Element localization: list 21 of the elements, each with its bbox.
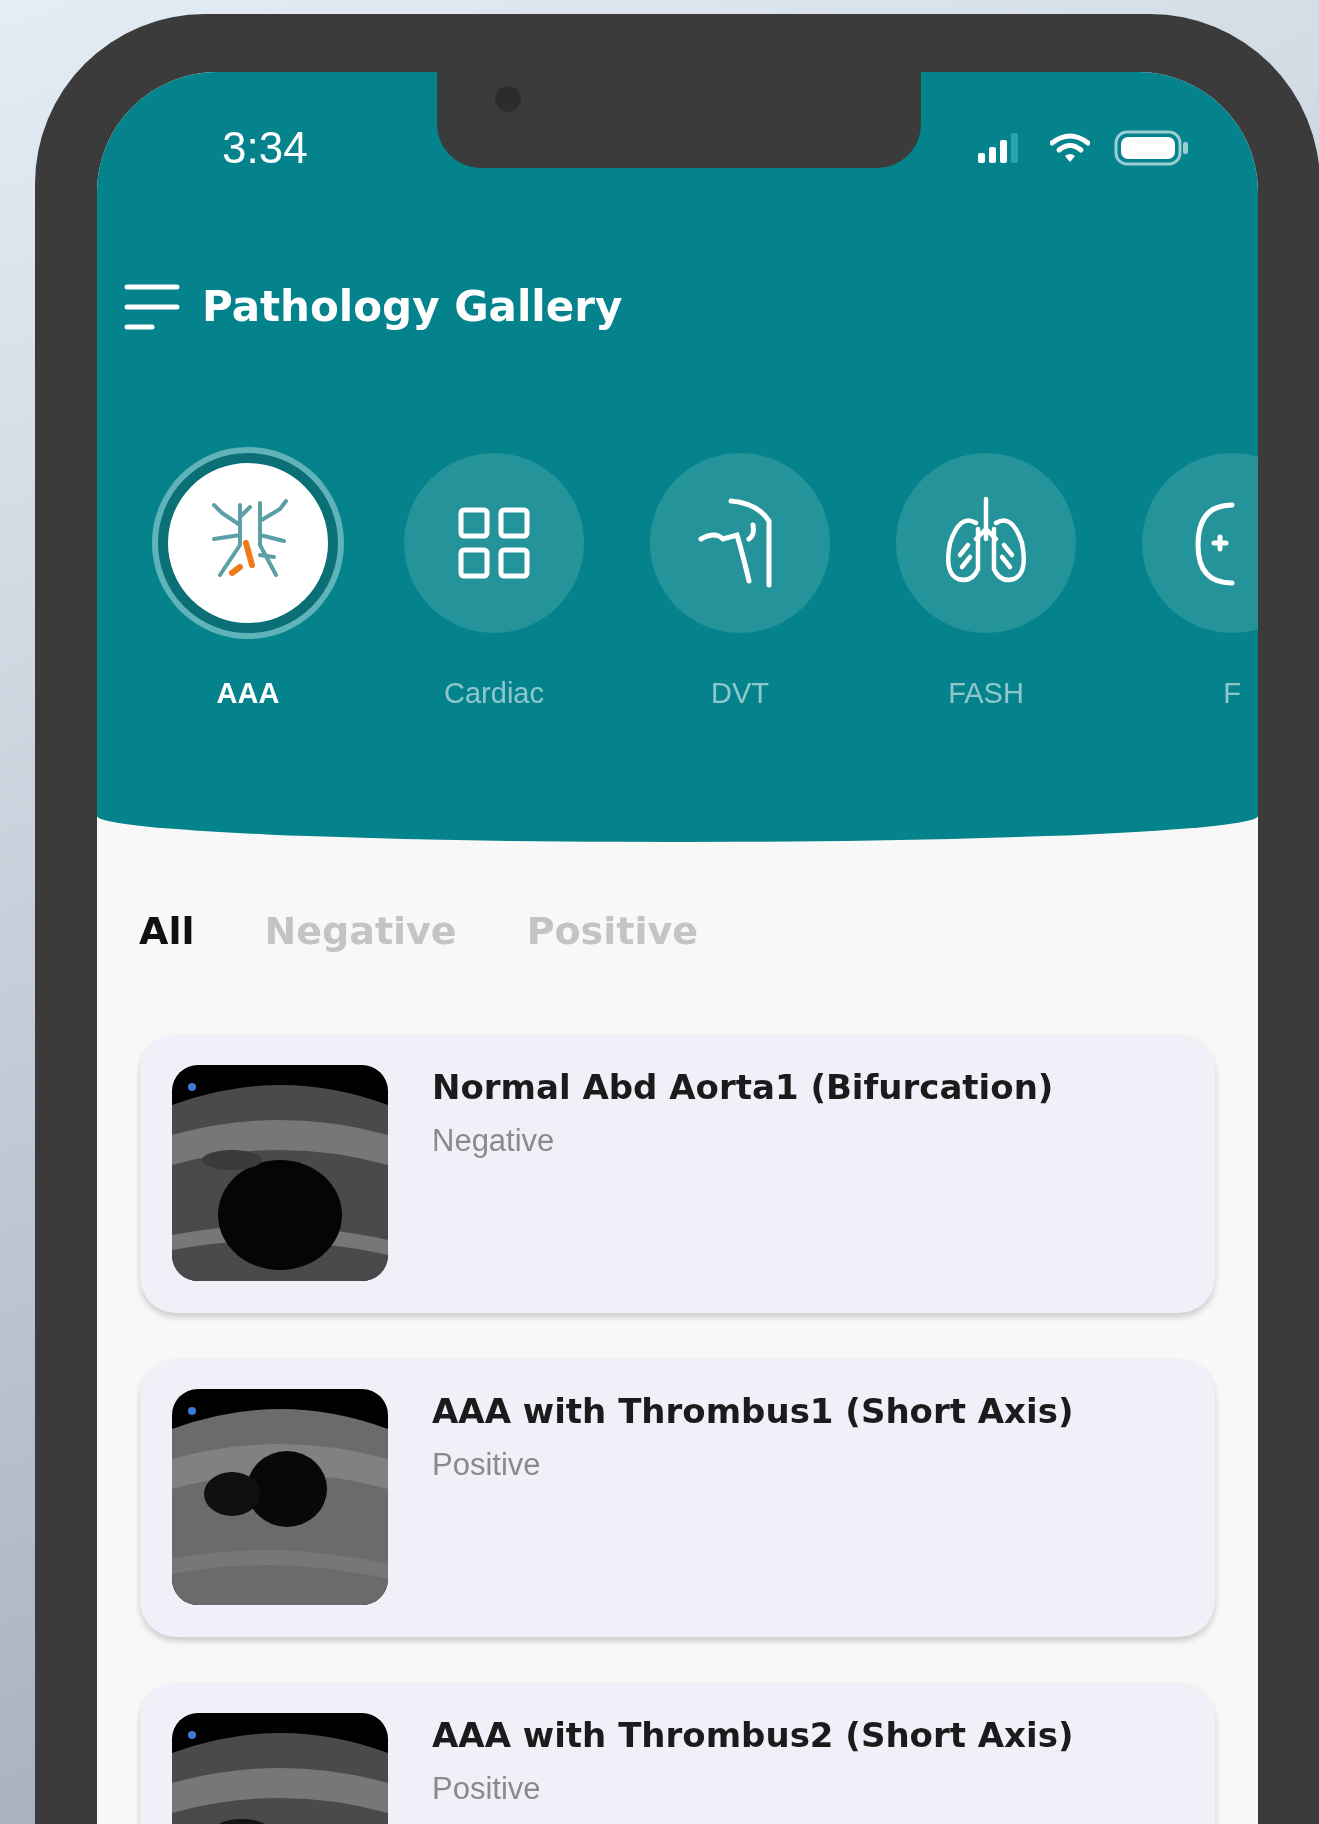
page-title: Pathology Gallery [202,282,623,331]
case-title: Normal Abd Aorta1 (Bifurcation) [432,1067,1054,1107]
menu-icon[interactable] [124,283,180,330]
case-title: AAA with Thrombus2 (Short Axis) [432,1715,1074,1755]
filter-tab[interactable]: All [139,909,205,953]
case-result: Negative [432,1123,556,1159]
category-label: FASH [948,677,1024,710]
wifi-icon [1050,133,1090,163]
case-card[interactable]: AAA with Thrombus2 (Short Axis) Positive [140,1683,1215,1824]
case-title: AAA with Thrombus1 (Short Axis) [432,1391,1074,1431]
status-time: 3:34 [222,123,308,173]
case-card[interactable]: AAA with Thrombus1 (Short Axis) Positive [140,1359,1215,1637]
grid-icon [456,505,532,581]
category-label: AAA [216,677,280,710]
case-result: Positive [432,1447,542,1483]
case-result: Positive [432,1771,542,1807]
case-card[interactable]: Normal Abd Aorta1 (Bifurcation) Negative [140,1035,1215,1313]
category-label: F [1223,677,1241,710]
category-label: Cardiac [444,677,544,710]
category-label: DVT [711,677,769,710]
battery-icon [1114,130,1190,166]
